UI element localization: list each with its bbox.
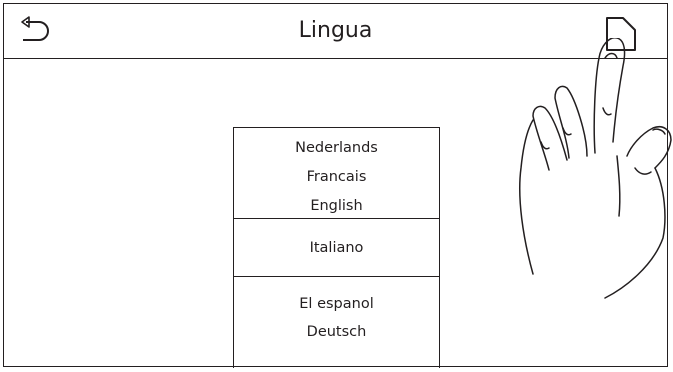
option-nederlands[interactable]: Nederlands [234, 139, 439, 157]
picker-lower-options: El espanol Deutsch [234, 277, 439, 369]
page-title: Lingua [298, 18, 373, 43]
header-bar: Lingua [4, 4, 667, 59]
option-deutsch[interactable]: Deutsch [234, 323, 439, 341]
option-el-espanol[interactable]: El espanol [234, 295, 439, 313]
option-english[interactable]: English [234, 197, 439, 215]
picker-selected-option: Italiano [234, 219, 439, 277]
home-button[interactable] [603, 14, 639, 54]
picker-upper-options: Nederlands Francais English [234, 128, 439, 219]
option-francais[interactable]: Francais [234, 168, 439, 186]
option-italiano[interactable]: Italiano [234, 239, 439, 257]
language-picker[interactable]: Nederlands Francais English Italiano El … [233, 127, 440, 368]
home-icon [606, 17, 636, 51]
device-screen: Lingua Nederlands Francais English Itali… [3, 3, 668, 368]
